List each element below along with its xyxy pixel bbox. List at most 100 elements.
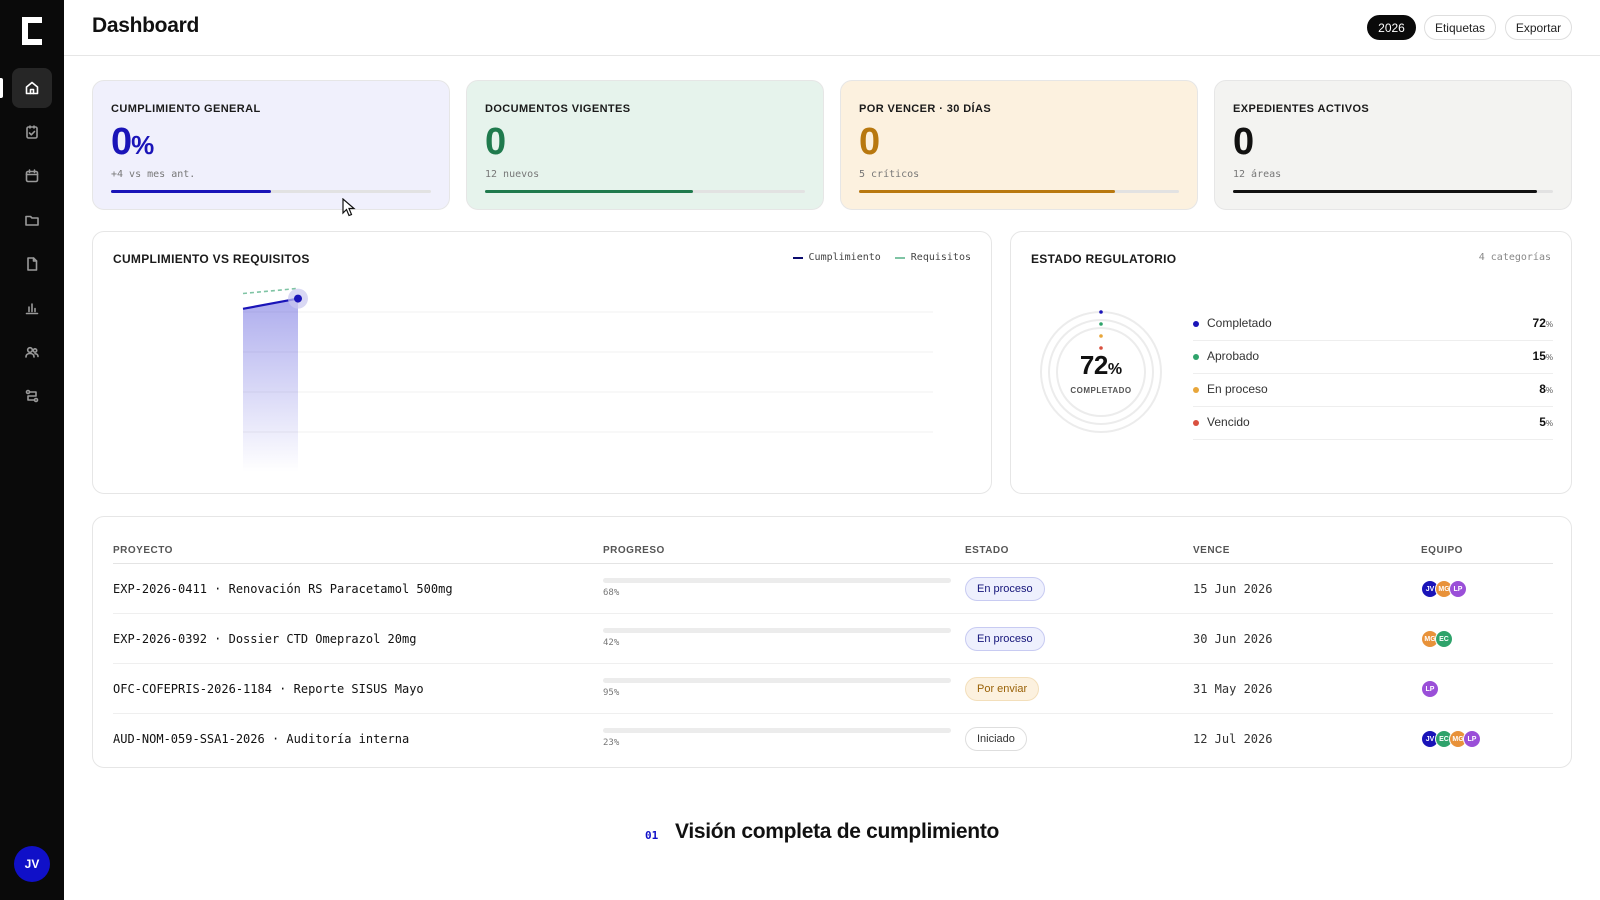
status-badge: Por enviar xyxy=(965,677,1040,701)
progress-track xyxy=(603,578,951,583)
regulatory-unit: % xyxy=(1545,353,1553,362)
kpi-card-2[interactable]: POR VENCER · 30 DÍAS 0 5 críticos xyxy=(840,80,1198,210)
tags-button[interactable]: Etiquetas xyxy=(1424,15,1496,40)
regulatory-unit: % xyxy=(1545,419,1553,428)
regulatory-category-count: 4 categorías xyxy=(1478,252,1551,263)
regulatory-dot xyxy=(1193,354,1199,360)
status-badge: En proceso xyxy=(965,627,1045,651)
column-header-project[interactable]: PROYECTO xyxy=(113,545,173,556)
compliance-line-chart xyxy=(242,287,933,472)
regulatory-status-panel: ESTADO REGULATORIO 4 categorías 72% COMP… xyxy=(1010,231,1572,494)
sidebar-item-calendar[interactable] xyxy=(12,156,52,196)
kpi-card-3[interactable]: EXPEDIENTES ACTIVOS 0 12 áreas xyxy=(1214,80,1572,210)
sidebar-item-reports[interactable] xyxy=(12,288,52,328)
sidebar-item-documents[interactable] xyxy=(12,244,52,284)
regulatory-item-1[interactable]: Aprobado 15% xyxy=(1193,341,1553,374)
progress-label: 23% xyxy=(603,738,620,748)
regulatory-item-3[interactable]: Vencido 5% xyxy=(1193,407,1553,440)
kpi-subtext: 12 nuevos xyxy=(485,169,540,180)
team-member-avatar[interactable]: LP xyxy=(1449,580,1467,598)
page-title: Dashboard xyxy=(92,14,199,37)
regulatory-item-2[interactable]: En proceso 8% xyxy=(1193,374,1553,407)
export-button[interactable]: Exportar xyxy=(1505,15,1572,40)
column-header-due[interactable]: VENCE xyxy=(1193,545,1230,556)
donut-center-label: COMPLETADO xyxy=(1070,386,1132,395)
progress-track xyxy=(603,678,951,683)
project-name[interactable]: OFC-COFEPRIS-2026-1184 · Reporte SISUS M… xyxy=(113,682,424,696)
due-date: 15 Jun 2026 xyxy=(1193,582,1273,596)
calendar-icon xyxy=(25,169,39,183)
kpi-progress-fill xyxy=(111,190,271,193)
document-icon xyxy=(27,257,38,271)
team-member-avatar[interactable]: EC xyxy=(1435,630,1453,648)
mouse-cursor-icon xyxy=(342,198,356,217)
progress-label: 95% xyxy=(603,688,620,698)
sidebar-item-team[interactable] xyxy=(12,332,52,372)
kpi-value: 0 xyxy=(485,121,506,163)
sidebar-item-files[interactable] xyxy=(12,200,52,240)
kpi-progress-track xyxy=(111,190,431,193)
requirements-line xyxy=(242,287,299,295)
team-member-avatar[interactable]: LP xyxy=(1463,730,1481,748)
top-header: Dashboard 2026 Etiquetas Exportar xyxy=(64,0,1600,56)
column-header-team[interactable]: EQUIPO xyxy=(1421,545,1463,556)
progress-track xyxy=(603,728,951,733)
regulatory-value: 15 xyxy=(1532,349,1546,363)
kpi-progress-fill xyxy=(1233,190,1537,193)
projects-table: PROYECTO PROGRESO ESTADO VENCE EQUIPO EX… xyxy=(92,516,1572,768)
kpi-value-wrap: 0 xyxy=(1233,121,1254,164)
kpi-progress-track xyxy=(485,190,805,193)
kpi-subtext: 12 áreas xyxy=(1233,169,1282,180)
progress-track xyxy=(603,628,951,633)
section-title: Visión completa de cumplimiento xyxy=(675,820,1000,843)
compliance-point[interactable] xyxy=(294,294,302,303)
due-date: 12 Jul 2026 xyxy=(1193,732,1273,746)
home-icon xyxy=(25,81,39,95)
kpi-progress-fill xyxy=(859,190,1115,193)
regulatory-item-0[interactable]: Completado 72% xyxy=(1193,308,1553,341)
year-filter-button[interactable]: 2026 xyxy=(1367,15,1416,40)
project-name[interactable]: AUD-NOM-059-SSA1-2026 · Auditoría intern… xyxy=(113,732,409,746)
checklist-icon xyxy=(26,125,38,139)
column-header-progress[interactable]: PROGRESO xyxy=(603,545,665,556)
table-row[interactable]: AUD-NOM-059-SSA1-2026 · Auditoría intern… xyxy=(113,714,1553,764)
kpi-card-0[interactable]: CUMPLIMIENTO GENERAL 0% +4 vs mes ant. xyxy=(92,80,450,210)
donut-value: 72 xyxy=(1079,350,1108,380)
regulatory-dot xyxy=(1193,387,1199,393)
kpi-label: DOCUMENTOS VIGENTES xyxy=(485,103,631,115)
table-row[interactable]: OFC-COFEPRIS-2026-1184 · Reporte SISUS M… xyxy=(113,664,1553,714)
bar-chart-icon xyxy=(25,303,39,315)
regulatory-dot xyxy=(1193,321,1199,327)
kpi-subtext: +4 vs mes ant. xyxy=(111,169,196,180)
regulatory-unit: % xyxy=(1545,320,1553,329)
donut-center-value: 72% xyxy=(1039,350,1163,381)
kpi-label: POR VENCER · 30 DÍAS xyxy=(859,103,992,115)
kpi-value-wrap: 0 xyxy=(485,121,506,164)
kpi-unit: % xyxy=(131,130,154,160)
table-row[interactable]: EXP-2026-0392 · Dossier CTD Omeprazol 20… xyxy=(113,614,1553,664)
kpi-value-wrap: 0% xyxy=(111,121,154,164)
sidebar-item-home[interactable] xyxy=(12,68,52,108)
kpi-progress-track xyxy=(1233,190,1553,193)
kpi-card-1[interactable]: DOCUMENTOS VIGENTES 0 12 nuevos xyxy=(466,80,824,210)
donut-marker xyxy=(1099,334,1103,338)
regulatory-value: 72 xyxy=(1532,316,1546,330)
regulatory-dot xyxy=(1193,420,1199,426)
donut-marker xyxy=(1099,322,1103,326)
regulatory-name: Aprobado xyxy=(1207,349,1260,363)
kpi-label: EXPEDIENTES ACTIVOS xyxy=(1233,103,1370,115)
sidebar-item-tasks[interactable] xyxy=(12,112,52,152)
table-row[interactable]: EXP-2026-0411 · Renovación RS Paracetamo… xyxy=(113,564,1553,614)
progress-label: 42% xyxy=(603,638,620,648)
regulatory-value: 8 xyxy=(1539,382,1546,396)
project-name[interactable]: EXP-2026-0392 · Dossier CTD Omeprazol 20… xyxy=(113,632,416,646)
column-header-status[interactable]: ESTADO xyxy=(965,545,1009,556)
sidebar-item-workflows[interactable] xyxy=(12,376,52,416)
user-avatar[interactable]: JV xyxy=(14,846,50,882)
team-member-avatar[interactable]: LP xyxy=(1421,680,1439,698)
regulatory-title: ESTADO REGULATORIO xyxy=(1031,252,1177,266)
app-logo[interactable] xyxy=(18,14,46,48)
regulatory-value-wrap: 15% xyxy=(1533,349,1553,363)
project-name[interactable]: EXP-2026-0411 · Renovación RS Paracetamo… xyxy=(113,582,453,596)
kpi-value: 0 xyxy=(111,121,132,163)
